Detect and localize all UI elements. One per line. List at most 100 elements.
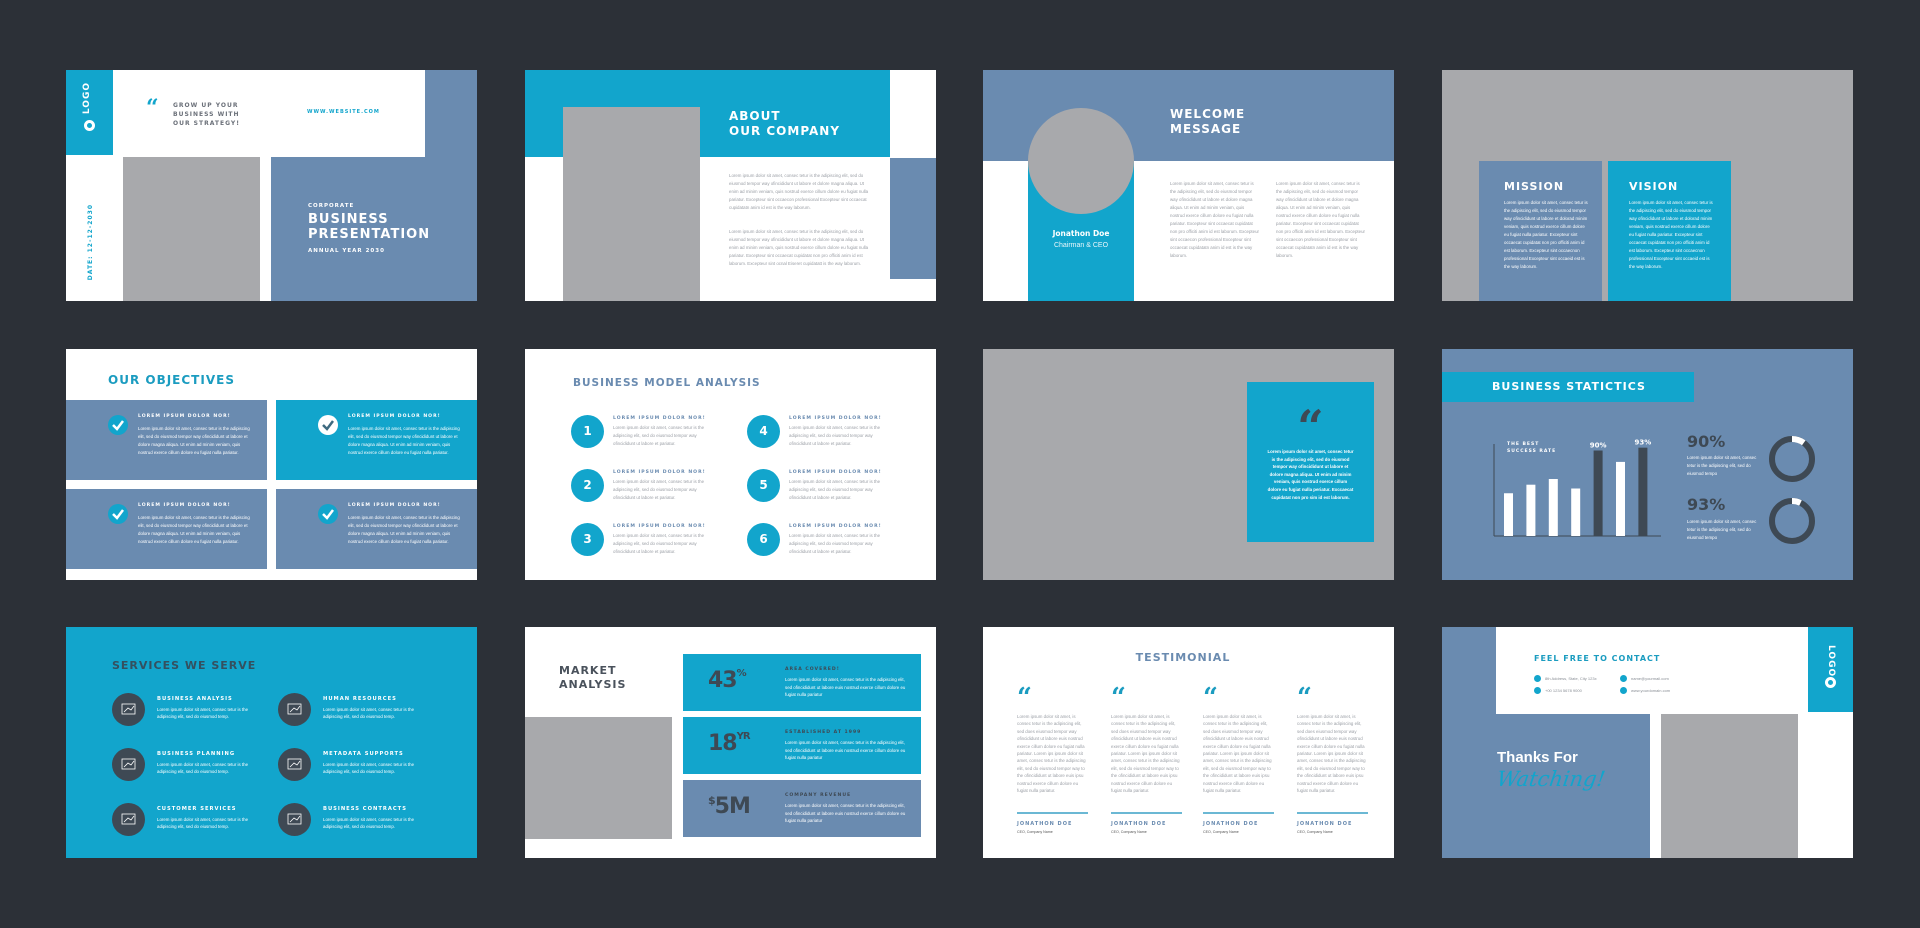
website-link[interactable]: WWW.WEBSITE.COM [307,109,380,116]
phone-icon [1534,687,1541,694]
email-text[interactable]: name@yourmail.com [1631,676,1669,681]
person-role: Chairman & CEO [1053,242,1109,249]
logo-text: LOGO [1825,645,1836,678]
vision-title: VISION [1629,180,1679,193]
title-line2: OUR COMPANY [729,124,841,138]
donut-track [1769,436,1815,482]
objective-text: Lorem ipsum dolor sit amet, consec tetur… [348,515,460,544]
slide-title: SERVICES WE SERVE [112,659,257,672]
slide-objectives[interactable]: OUR OBJECTIVES LOREM IPSUM DOLOR NOR! Lo… [66,349,477,580]
service-heading: BUSINESS ANALYSIS [157,696,233,702]
slide-statistics[interactable]: BUSINESS STATICTICS THE BEST SUCCESS RAT… [1442,349,1853,580]
contact-title: FEEL FREE TO CONTACT [1534,654,1661,663]
tagline-line: BUSINESS WITH [173,111,240,118]
document-icon [278,748,311,781]
bar [1548,479,1558,536]
service-text: Lorem ipsum dolor sit amet, consec tetur… [157,762,249,774]
slide-about[interactable]: ABOUT OUR COMPANY Lorem ipsum dolor sit … [525,70,936,301]
stat-number: 18YR [708,731,751,756]
bar-chart: 90% 93% [1493,436,1815,544]
contact-web[interactable]: www.yourdomain.com [1620,687,1670,694]
stat-heading: COMPANY REVENUE [785,793,852,798]
title-line1: MARKET [559,664,617,677]
stat-heading: AREA COVERED! [785,667,840,672]
objective-card: LOREM IPSUM DOLOR NOR! Lorem ipsum dolor… [66,489,267,569]
testimonial-text: Lorem ipsum dolor sit amet, is consec te… [1203,714,1272,794]
message-column: Lorem ipsum dolor sit amet, consec tetur… [1276,181,1365,258]
gear-people-icon [278,693,311,726]
author-role: CEO, Company Name [1111,830,1147,834]
paragraph: Lorem ipsum dolor sit amet, consec tetur… [729,173,869,210]
service-text: Lorem ipsum dolor sit amet, consec tetur… [323,817,415,829]
donut-track [1769,498,1815,544]
service-text: Lorem ipsum dolor sit amet, consec tetur… [157,707,249,719]
slide-title: BUSINESS MODEL ANALYSIS [573,377,761,389]
date-label: DATE: 12-12-2030 [87,204,94,281]
kicker: CORPORATE [308,203,355,209]
quote-icon: “ [1297,683,1312,713]
location-icon [1534,675,1541,682]
slide-market[interactable]: MARKET ANALYSIS 43% AREA COVERED! Lorem … [525,627,936,858]
step-heading: LOREM IPSUM DOLOR NOR! [789,416,882,421]
quote-text: Lorem ipsum dolor sit amet, consec tetur… [1267,449,1354,500]
slide-testimonial[interactable]: TESTIMONIAL “ Lorem ipsum dolor sit amet… [983,627,1394,858]
slide-cover[interactable]: LOGO “ GROW UP YOUR BUSINESS WITH OUR ST… [66,70,477,301]
quote-icon: “ [146,95,159,121]
service-text: Lorem ipsum dolor sit amet, consec tetur… [323,707,415,719]
stat-suffix: YR [736,731,751,742]
slide-quote[interactable]: “ Lorem ipsum dolor sit amet, consec tet… [983,349,1394,580]
contact-address: 8th Address, State, City 123x [1534,675,1597,682]
slide-business-model[interactable]: BUSINESS MODEL ANALYSIS 1 LOREM IPSUM DO… [525,349,936,580]
mission-text: Lorem ipsum dolor sit amet, consec tetur… [1504,200,1588,270]
step-number-badge: 4 [747,415,780,448]
quote-icon: “ [1017,683,1032,713]
blue-strip [425,70,477,157]
title-line2: PRESENTATION [308,227,431,242]
step-text: Lorem ipsum dolor sit amet, consec tetur… [613,533,705,554]
bar [1571,488,1581,536]
service-heading: HUMAN RESOURCES [323,696,397,702]
slide-contact[interactable]: LOGO FEEL FREE TO CONTACT 8th Address, S… [1442,627,1853,858]
handshake-icon [278,803,311,836]
service-heading: BUSINESS CONTRACTS [323,806,407,812]
slide-welcome[interactable]: WELCOME MESSAGE Jonathon Doe Chairman & … [983,70,1394,301]
step-text: Lorem ipsum dolor sit amet, consec tetur… [789,533,881,554]
slide-mission-vision[interactable]: MISSION Lorem ipsum dolor sit amet, cons… [1442,70,1853,301]
slide-services[interactable]: SERVICES WE SERVE BUSINESS ANALYSIS Lore… [66,627,477,858]
testimonial-text: Lorem ipsum dolor sit amet, is consec te… [1017,714,1086,794]
vision-card: VISION Lorem ipsum dolor sit amet, conse… [1608,161,1731,301]
bar [1593,450,1603,536]
contact-email[interactable]: name@yourmail.com [1620,675,1669,682]
step-heading: LOREM IPSUM DOLOR NOR! [789,470,882,475]
stat-prefix: $ [708,794,716,807]
stat-value: 90% [1687,432,1726,451]
avatar-placeholder [1028,108,1134,214]
bar [1526,484,1536,536]
stat-number: 43% [708,668,747,693]
step-heading: LOREM IPSUM DOLOR NOR! [613,524,706,529]
image-placeholder [525,717,672,839]
stat-number: $5M [708,794,751,819]
objective-heading: LOREM IPSUM DOLOR NOR! [138,414,231,419]
image-placeholder [1661,714,1798,858]
check-circle-icon [318,504,338,524]
phone-text: +00 1234 5678 9000 [1545,688,1582,693]
objective-card: LOREM IPSUM DOLOR NOR! Lorem ipsum dolor… [276,400,477,480]
testimonial-text: Lorem ipsum dolor sit amet, is consec te… [1111,714,1180,794]
bar [1616,461,1625,536]
objective-heading: LOREM IPSUM DOLOR NOR! [348,503,441,508]
quote-card: “ Lorem ipsum dolor sit amet, consec tet… [1247,382,1374,542]
address-text: 8th Address, State, City 123x [1545,676,1597,681]
web-text[interactable]: www.yourdomain.com [1631,688,1670,693]
message-column: Lorem ipsum dolor sit amet, consec tetur… [1170,181,1259,258]
service-text: Lorem ipsum dolor sit amet, consec tetur… [157,817,249,829]
contact-phone: +00 1234 5678 9000 [1534,687,1582,694]
objective-text: Lorem ipsum dolor sit amet, consec tetur… [138,515,250,544]
logo-block: LOGO [66,70,113,155]
logo-block: LOGO [1808,627,1853,712]
stat-text: Lorem ipsum dolor sit amet, consec tetur… [785,740,906,760]
step-heading: LOREM IPSUM DOLOR NOR! [613,416,706,421]
email-icon [1620,675,1627,682]
subtitle: ANNUAL YEAR 2030 [308,248,385,254]
hexagon-ring-icon [84,120,95,131]
